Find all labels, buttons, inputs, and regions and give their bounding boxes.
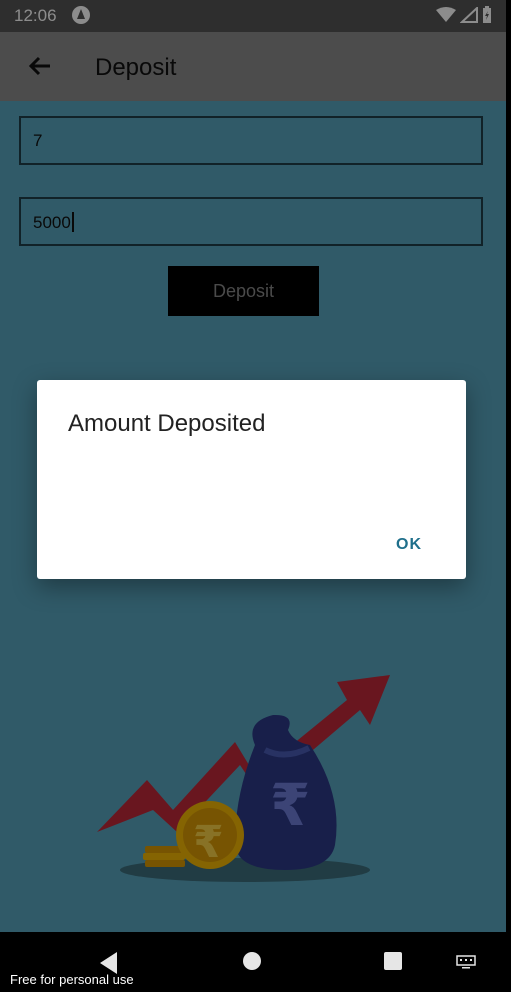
dialog-title: Amount Deposited bbox=[68, 410, 266, 437]
ok-button[interactable]: OK bbox=[396, 536, 422, 554]
nav-recents-icon[interactable] bbox=[384, 952, 402, 970]
status-bar-scrim bbox=[0, 0, 506, 32]
alert-dialog: Amount Deposited OK bbox=[37, 380, 466, 579]
keyboard-icon[interactable] bbox=[456, 955, 476, 969]
watermark-text: Free for personal use bbox=[10, 972, 134, 987]
screen: 12:06 Deposit 7 5000 Deposit ₹ ₹ Amount … bbox=[0, 0, 511, 992]
nav-home-icon[interactable] bbox=[243, 952, 261, 970]
nav-back-icon[interactable] bbox=[100, 952, 117, 974]
